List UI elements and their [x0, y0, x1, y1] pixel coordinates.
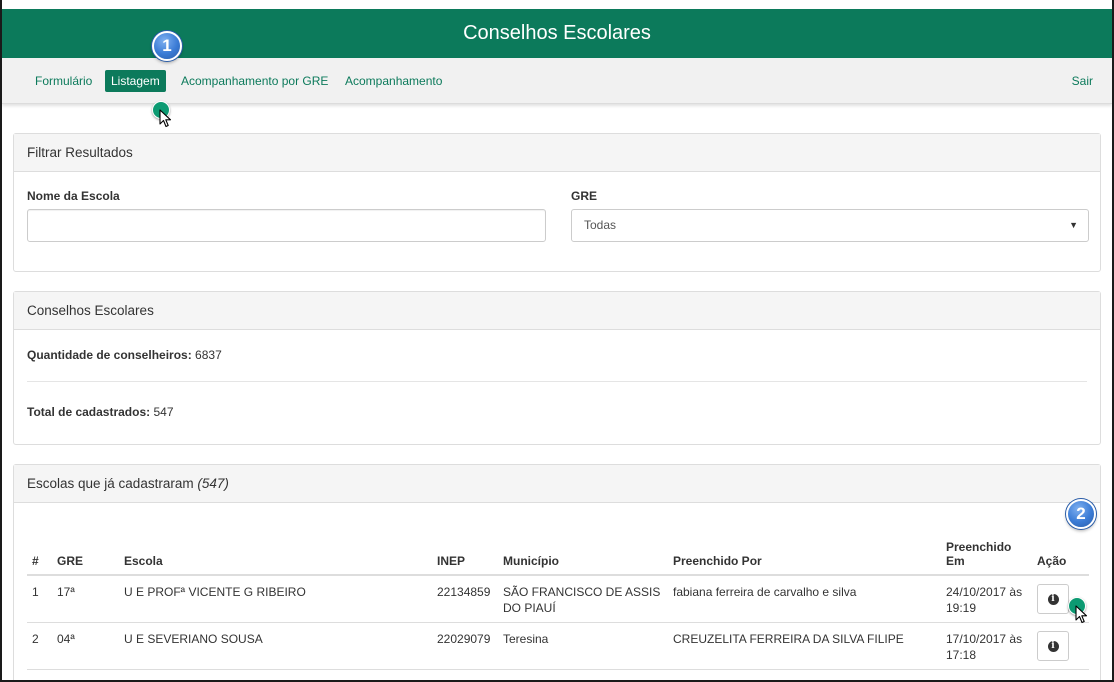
row-filled-at: 24/10/2017 às 19:19 — [941, 575, 1032, 623]
col-school: Escola — [119, 527, 432, 576]
row-filled-by: CREUZELITA FERREIRA DA SILVA FILIPE — [668, 622, 941, 670]
row-city: Teresina — [498, 622, 668, 670]
row-inep: 22029079 — [432, 622, 498, 670]
total-value: 547 — [153, 405, 174, 419]
view-details-button[interactable]: i — [1037, 584, 1069, 614]
total-label: Total de cadastrados: — [27, 405, 151, 419]
row-filled-at: 17/10/2017 às 17:18 — [941, 622, 1032, 670]
filter-panel: Filtrar Resultados Nome da Escola GRE To… — [13, 133, 1101, 272]
row-gre: 04ª — [52, 622, 119, 670]
schools-list-count: (547) — [197, 476, 229, 491]
nav-acompanhamento[interactable]: Acompanhamento — [345, 70, 442, 92]
main-nav: Formulário Listagem Acompanhamento por G… — [2, 58, 1112, 104]
gre-selected-value: Todas — [584, 218, 617, 232]
gre-select[interactable]: Todas ▼ — [571, 209, 1089, 242]
mouse-cursor-icon — [1075, 605, 1088, 624]
info-icon: i — [1047, 594, 1059, 606]
mouse-cursor-icon — [159, 109, 172, 128]
table-header-row: # GRE Escola INEP Município Preenchido P… — [27, 527, 1089, 576]
summary-panel-heading: Conselhos Escolares — [14, 292, 1100, 330]
row-num: 1 — [27, 575, 52, 623]
row-filled-by: fabiana ferreira de carvalho e silva — [668, 575, 941, 623]
row-school: U E PROFª VICENTE G RIBEIRO — [119, 575, 432, 623]
col-num: # — [27, 527, 52, 576]
schools-table: # GRE Escola INEP Município Preenchido P… — [27, 527, 1089, 670]
summary-divider — [27, 381, 1087, 382]
school-name-input[interactable] — [27, 209, 546, 242]
col-filled-at: Preenchido Em — [941, 527, 1032, 576]
schools-list-panel: Escolas que já cadastraram (547) # GRE E… — [13, 464, 1101, 680]
quantity-label: Quantidade de conselheiros: — [27, 348, 192, 362]
logout-link[interactable]: Sair — [1072, 70, 1093, 92]
row-school: U E SEVERIANO SOUSA — [119, 622, 432, 670]
info-icon: i — [1047, 641, 1059, 653]
row-gre: 17ª — [52, 575, 119, 623]
quantity-stat: Quantidade de conselheiros: 6837 — [27, 348, 222, 362]
school-name-label: Nome da Escola — [27, 189, 120, 203]
step-2-badge: 2 — [1066, 499, 1096, 529]
summary-panel: Conselhos Escolares Quantidade de consel… — [13, 291, 1101, 445]
row-city: SÃO FRANCISCO DE ASSIS DO PIAUÍ — [498, 575, 668, 623]
gre-label: GRE — [571, 189, 598, 203]
nav-listagem[interactable]: Listagem — [105, 70, 166, 92]
table-row: 2 04ª U E SEVERIANO SOUSA 22029079 Teres… — [27, 622, 1089, 670]
col-gre: GRE — [52, 527, 119, 576]
quantity-value: 6837 — [195, 348, 222, 362]
dropdown-arrow-icon: ▼ — [1069, 220, 1078, 230]
row-action: i — [1032, 622, 1089, 670]
view-details-button[interactable]: i — [1037, 631, 1069, 661]
col-action: Ação — [1032, 527, 1089, 576]
col-city: Município — [498, 527, 668, 576]
app-frame: Conselhos Escolares Formulário Listagem … — [0, 0, 1114, 682]
col-filled-by: Preenchido Por — [668, 527, 941, 576]
nav-acompanhamento-gre[interactable]: Acompanhamento por GRE — [181, 70, 328, 92]
table-row: 1 17ª U E PROFª VICENTE G RIBEIRO 221348… — [27, 575, 1089, 623]
total-stat: Total de cadastrados: 547 — [27, 405, 174, 419]
schools-list-title: Escolas que já cadastraram — [27, 476, 194, 491]
col-inep: INEP — [432, 527, 498, 576]
nav-formulario[interactable]: Formulário — [35, 70, 92, 92]
filter-panel-heading: Filtrar Resultados — [14, 134, 1100, 172]
step-1-badge: 1 — [152, 31, 182, 61]
row-num: 2 — [27, 622, 52, 670]
schools-list-heading: Escolas que já cadastraram (547) — [14, 465, 1100, 503]
row-inep: 22134859 — [432, 575, 498, 623]
